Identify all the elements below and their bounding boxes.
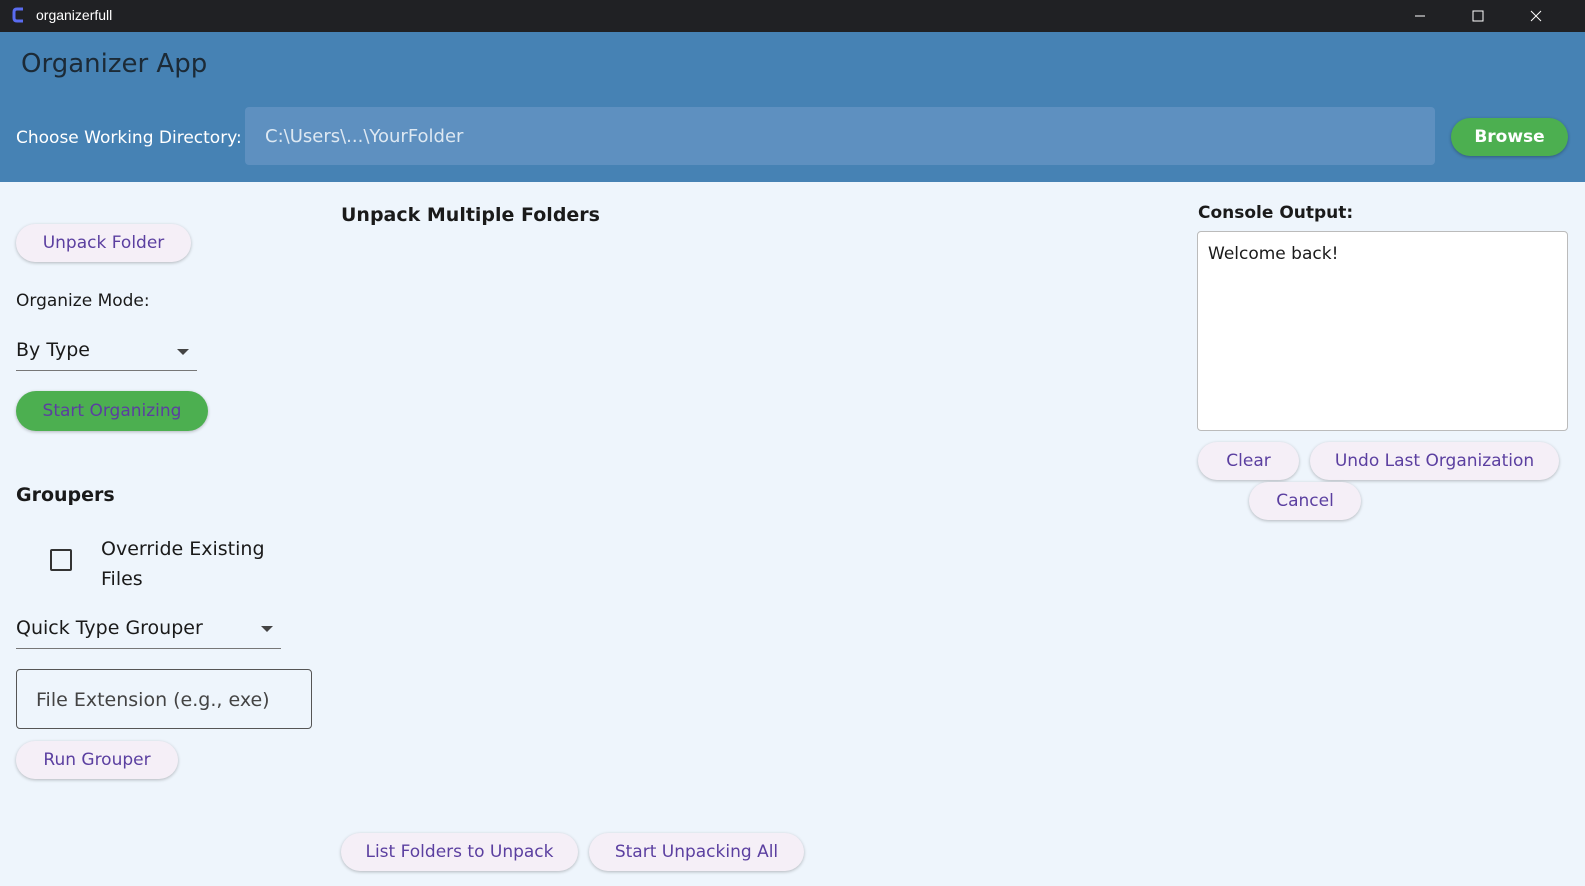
close-icon <box>1530 10 1542 22</box>
clear-button[interactable]: Clear <box>1198 442 1299 480</box>
maximize-icon <box>1472 10 1484 22</box>
console-output[interactable]: Welcome back! <box>1197 231 1568 431</box>
override-checkbox[interactable] <box>50 549 72 571</box>
maximize-button[interactable] <box>1449 0 1507 32</box>
directory-input[interactable]: C:\Users\...\YourFolder <box>245 107 1435 165</box>
browse-button[interactable]: Browse <box>1451 118 1568 156</box>
undo-last-organization-button[interactable]: Undo Last Organization <box>1310 442 1559 480</box>
start-unpacking-button[interactable]: Start Unpacking All <box>589 833 804 871</box>
minimize-button[interactable] <box>1391 0 1449 32</box>
cancel-button[interactable]: Cancel <box>1249 482 1361 520</box>
override-label-line2: Files <box>101 568 143 590</box>
groupers-heading: Groupers <box>16 484 115 506</box>
app-title: Organizer App <box>21 49 208 79</box>
console-text: Welcome back! <box>1208 244 1339 264</box>
file-extension-placeholder: File Extension (e.g., exe) <box>36 689 270 711</box>
organize-mode-value: By Type <box>16 339 90 361</box>
grouper-dropdown[interactable]: Quick Type Grouper <box>16 612 281 649</box>
close-button[interactable] <box>1507 0 1565 32</box>
chevron-down-icon <box>261 626 273 632</box>
console-label: Console Output: <box>1198 203 1354 223</box>
unpack-folder-button[interactable]: Unpack Folder <box>16 224 191 262</box>
minimize-icon <box>1415 15 1425 17</box>
start-organizing-button[interactable]: Start Organizing <box>16 391 208 431</box>
unpack-multiple-heading: Unpack Multiple Folders <box>341 204 600 226</box>
window-titlebar: organizerfull <box>0 0 1585 32</box>
file-extension-input[interactable]: File Extension (e.g., exe) <box>16 669 312 729</box>
list-folders-button[interactable]: List Folders to Unpack <box>341 833 578 871</box>
window-title: organizerfull <box>36 7 113 23</box>
override-label: Override Existing Files <box>101 534 265 594</box>
organize-mode-dropdown[interactable]: By Type <box>16 336 197 371</box>
chevron-down-icon <box>177 349 189 355</box>
override-label-line1: Override Existing <box>101 538 265 560</box>
organize-mode-label: Organize Mode: <box>16 291 150 311</box>
grouper-value: Quick Type Grouper <box>16 617 203 639</box>
app-icon <box>12 7 23 23</box>
directory-placeholder: C:\Users\...\YourFolder <box>265 126 464 147</box>
directory-label: Choose Working Directory: <box>16 128 242 148</box>
run-grouper-button[interactable]: Run Grouper <box>16 741 178 779</box>
app-header: Organizer App Choose Working Directory: … <box>0 32 1585 182</box>
